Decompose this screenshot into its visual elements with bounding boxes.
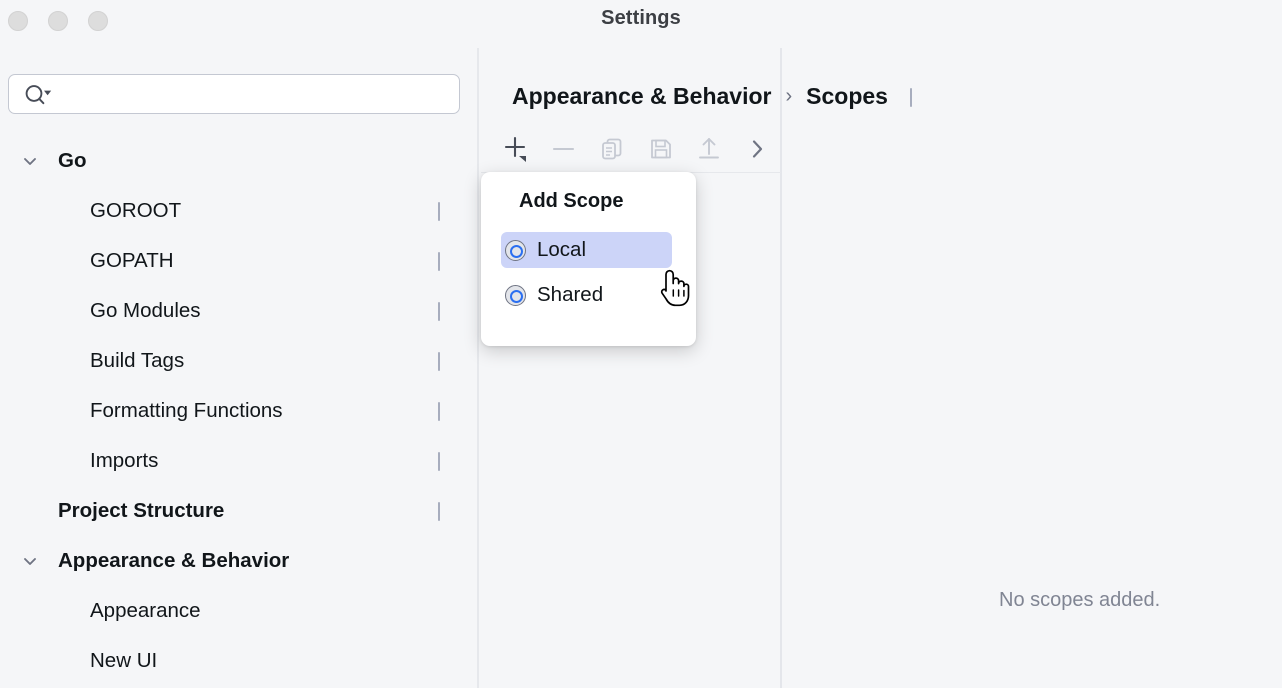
chevron-down-icon[interactable]: [16, 136, 44, 186]
sidebar-item-formatting-functions[interactable]: Formatting Functions: [0, 386, 477, 436]
scope-local-icon: [505, 239, 526, 261]
window-icon: [438, 502, 457, 521]
window-icon: [438, 302, 457, 321]
window-icon: [438, 252, 457, 271]
sidebar-item-label: Appearance: [90, 599, 201, 622]
window-icon: [438, 452, 457, 471]
search-input[interactable]: [57, 75, 453, 113]
sidebar-item-project-structure[interactable]: Project Structure: [0, 486, 477, 536]
sidebar-item-label: Formatting Functions: [90, 399, 283, 422]
sidebar-item-imports[interactable]: Imports: [0, 436, 477, 486]
sidebar-item-goroot[interactable]: GOROOT: [0, 186, 477, 236]
popup-item-shared[interactable]: Shared: [501, 277, 672, 313]
breadcrumb: Appearance & Behavior › Scopes: [512, 78, 912, 114]
sidebar-item-label: New UI: [90, 649, 158, 672]
sidebar-item-label: Go: [58, 149, 87, 172]
sidebar-item-label: Imports: [90, 449, 159, 472]
popup-title: Add Scope: [519, 190, 624, 212]
window-icon: [438, 352, 457, 371]
sidebar-item-label: Go Modules: [90, 299, 201, 322]
chevron-down-icon: [44, 90, 52, 96]
empty-state-message: No scopes added.: [999, 589, 1161, 611]
search-box[interactable]: [8, 74, 460, 114]
search-field-wrapper: [8, 74, 460, 114]
sidebar-item-label: Project Structure: [58, 499, 225, 522]
sidebar-item-label: Appearance & Behavior: [58, 549, 290, 572]
title-bar: Settings: [0, 0, 1282, 48]
popup-item-label: Shared: [537, 283, 604, 306]
settings-window: Settings Go GOROOT GOPATH Go Modules Build T…: [0, 0, 1282, 688]
scope-shared-icon: [505, 284, 526, 306]
remove-scope-button: [540, 126, 588, 172]
scopes-toolbar: [481, 125, 781, 173]
add-scope-button[interactable]: [492, 126, 540, 172]
window-icon: [438, 402, 457, 421]
sidebar-item-gopath[interactable]: GOPATH: [0, 236, 477, 286]
sidebar-item-appearance[interactable]: Appearance: [0, 586, 477, 636]
chevron-down-icon[interactable]: [16, 536, 44, 586]
breadcrumb-root[interactable]: Appearance & Behavior: [512, 83, 771, 110]
sidebar-item-label: GOPATH: [90, 249, 174, 272]
settings-tree: Go GOROOT GOPATH Go Modules Build Tags Format…: [0, 136, 477, 686]
sidebar-item-label: GOROOT: [90, 199, 182, 222]
popup-item-label: Local: [537, 238, 587, 261]
sidebar-item-go-modules[interactable]: Go Modules: [0, 286, 477, 336]
dropdown-triangle-icon: [519, 155, 527, 162]
popup-item-local[interactable]: Local: [501, 232, 672, 268]
breadcrumb-separator: ›: [785, 84, 793, 107]
window-icon: [909, 87, 912, 107]
expand-button[interactable]: [733, 126, 781, 172]
sidebar-item-appearance-behavior[interactable]: Appearance & Behavior: [0, 536, 477, 586]
search-icon[interactable]: [23, 84, 53, 106]
breadcrumb-current: Scopes: [806, 82, 888, 109]
settings-sidebar: Go GOROOT GOPATH Go Modules Build Tags Format…: [0, 48, 479, 688]
share-scope-button: [685, 126, 733, 172]
sidebar-item-label: Build Tags: [90, 349, 185, 372]
sidebar-item-go[interactable]: Go: [0, 136, 477, 186]
window-icon: [438, 202, 457, 221]
save-scope-button: [637, 126, 685, 172]
window-title: Settings: [601, 7, 681, 29]
add-scope-popup: Add Scope Local Shared: [481, 172, 696, 346]
duplicate-scope-button: [588, 126, 636, 172]
sidebar-item-build-tags[interactable]: Build Tags: [0, 336, 477, 386]
sidebar-item-new-ui[interactable]: New UI: [0, 636, 477, 686]
